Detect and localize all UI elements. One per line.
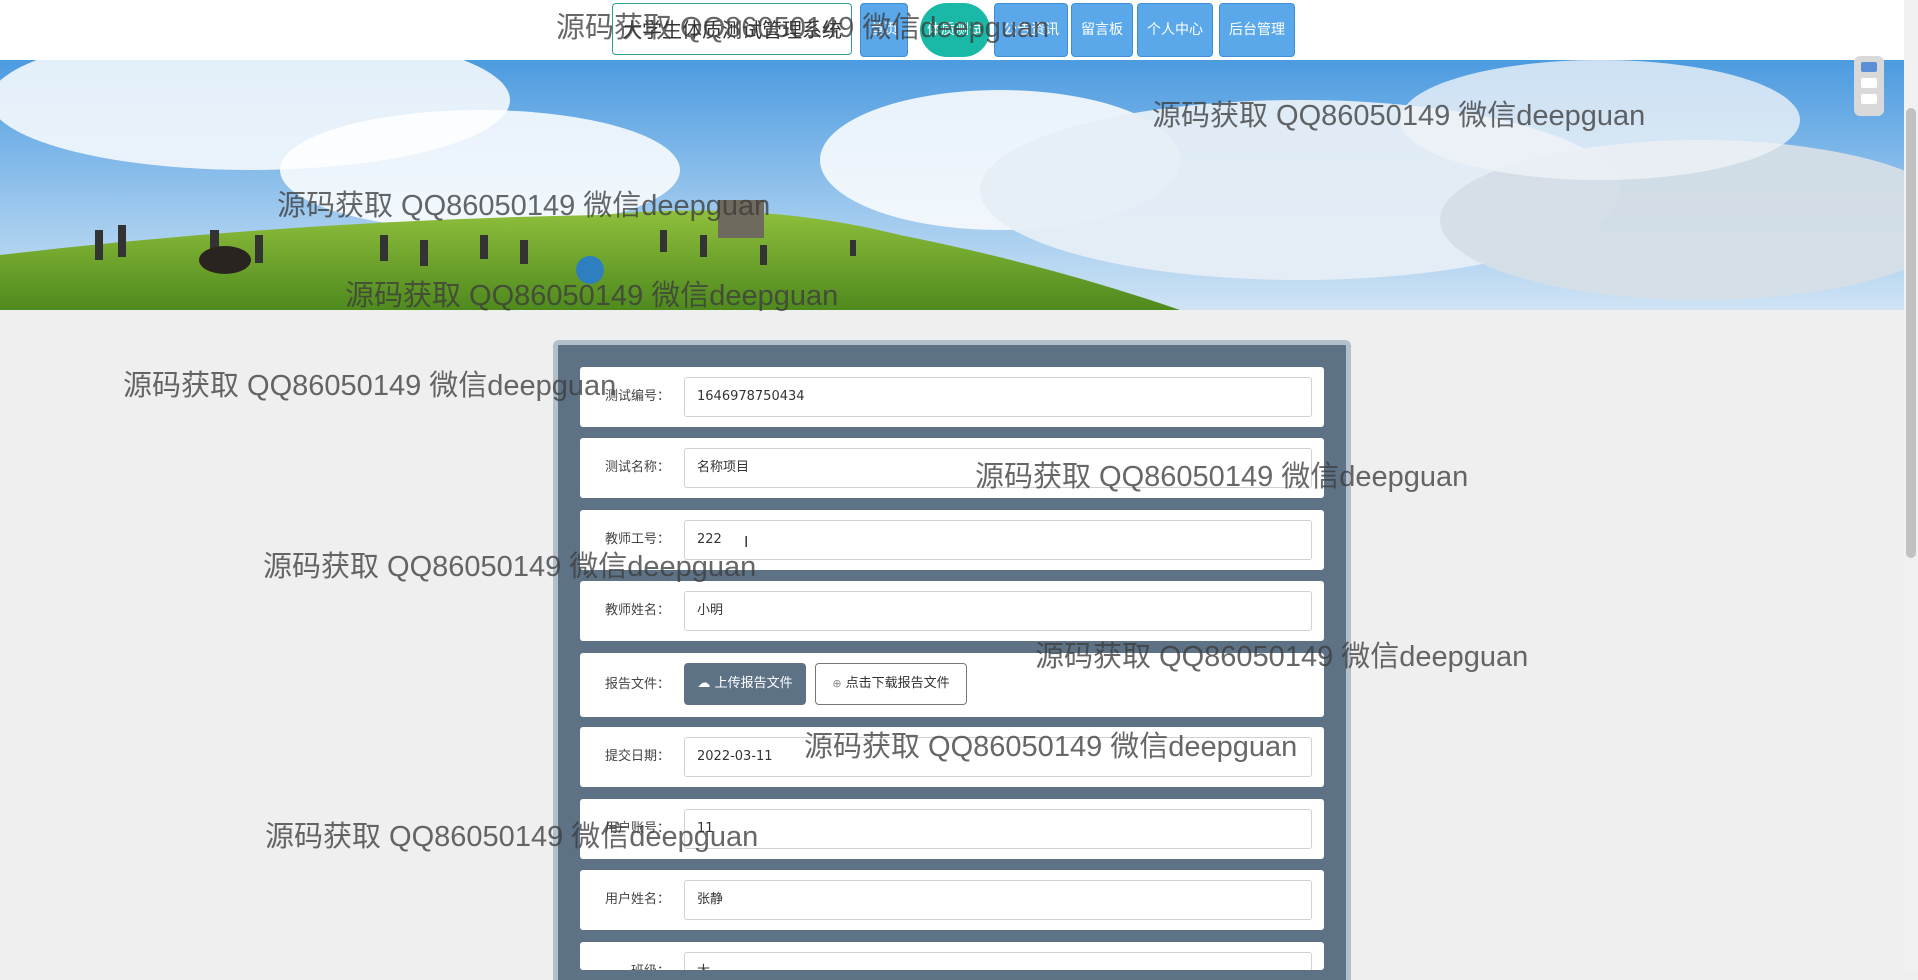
nav-personal-center[interactable]: 个人中心 bbox=[1137, 3, 1213, 57]
user-name-input[interactable]: 张静 bbox=[684, 880, 1312, 920]
form-row-teacher-no: 教师工号： 222 bbox=[580, 510, 1324, 570]
form-row-user-name: 用户姓名： 张静 bbox=[580, 870, 1324, 930]
nav-home[interactable]: 首页 bbox=[860, 3, 908, 57]
nav-physical-test[interactable]: 体质测试 bbox=[920, 3, 990, 57]
form-row-user-account: 用户账号： 11 bbox=[580, 799, 1324, 859]
top-navbar: 大学生体质测试管理系统 首页 体质测试 公告资讯 留言板 个人中心 后台管理 bbox=[0, 0, 1904, 60]
nav-announcements[interactable]: 公告资讯 bbox=[994, 3, 1068, 57]
nav-message-board[interactable]: 留言板 bbox=[1071, 3, 1133, 57]
vertical-scrollbar-thumb[interactable] bbox=[1906, 108, 1916, 558]
teacher-name-label: 教师姓名： bbox=[604, 603, 670, 618]
upload-report-label: 上传报告文件 bbox=[714, 676, 793, 691]
download-report-button[interactable]: ⊕ 点击下载报告文件 bbox=[815, 663, 967, 705]
submit-date-label: 提交日期： bbox=[604, 749, 670, 764]
download-report-label: 点击下载报告文件 bbox=[845, 676, 950, 691]
download-icon: ⊕ bbox=[832, 677, 842, 690]
nav-admin[interactable]: 后台管理 bbox=[1219, 3, 1295, 57]
submit-date-input[interactable]: 2022-03-11 bbox=[684, 737, 1312, 777]
side-toolbar-widget[interactable] bbox=[1854, 56, 1884, 116]
user-name-label: 用户姓名： bbox=[604, 892, 670, 907]
form-row-submit-date: 提交日期： 2022-03-11 bbox=[580, 727, 1324, 787]
site-title[interactable]: 大学生体质测试管理系统 bbox=[612, 3, 852, 55]
form-row-teacher-name: 教师姓名： 小明 bbox=[580, 581, 1324, 641]
user-account-label: 用户账号： bbox=[604, 821, 670, 836]
teacher-name-input[interactable]: 小明 bbox=[684, 591, 1312, 631]
test-name-label: 测试名称： bbox=[604, 460, 670, 475]
form-row-class: 班级： 大 bbox=[580, 942, 1324, 970]
form-row-test-name: 测试名称： 名称项目 bbox=[580, 438, 1324, 498]
class-label: 班级： bbox=[580, 942, 670, 970]
form-row-test-no: 测试编号： 1646978750434 bbox=[580, 367, 1324, 427]
cloud-upload-icon: ☁ bbox=[697, 676, 711, 691]
watermark: 源码获取 QQ86050149 微信deepguan bbox=[123, 370, 617, 402]
class-input[interactable]: 大 bbox=[684, 952, 1312, 970]
teacher-no-input[interactable]: 222 bbox=[684, 520, 1312, 560]
banner-image bbox=[0, 60, 1904, 310]
user-account-input[interactable]: 11 bbox=[684, 809, 1312, 849]
report-file-label: 报告文件： bbox=[604, 677, 670, 692]
upload-report-button[interactable]: ☁ 上传报告文件 bbox=[684, 663, 806, 705]
test-no-label: 测试编号： bbox=[604, 389, 670, 404]
test-no-input[interactable]: 1646978750434 bbox=[684, 377, 1312, 417]
test-name-input[interactable]: 名称项目 bbox=[684, 448, 1312, 488]
form-row-report-file: 报告文件： ☁ 上传报告文件 ⊕ 点击下载报告文件 bbox=[580, 653, 1324, 717]
teacher-no-label: 教师工号： bbox=[604, 532, 670, 547]
text-cursor-icon: I bbox=[744, 533, 749, 551]
